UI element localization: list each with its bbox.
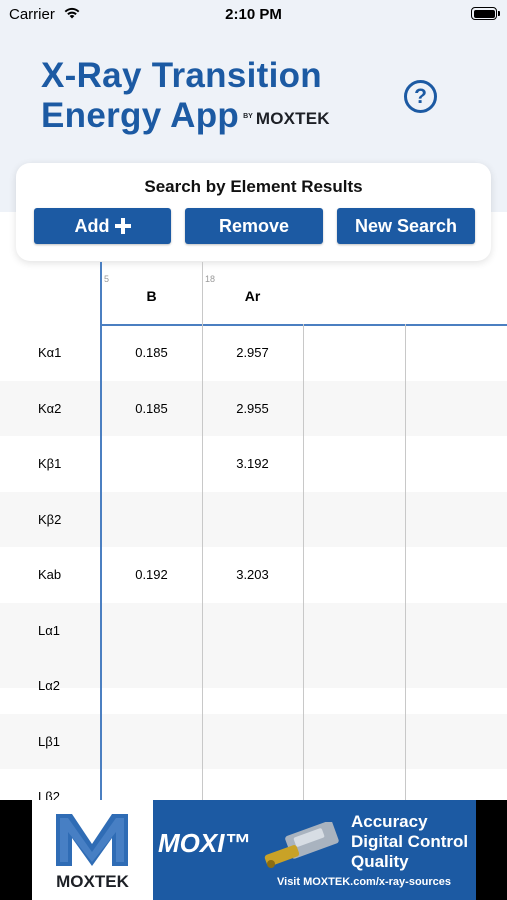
new-search-button-label: New Search bbox=[354, 215, 458, 236]
remove-button[interactable]: Remove bbox=[185, 208, 323, 244]
moxtek-m-icon bbox=[56, 814, 128, 866]
brand-logo: BY MOXTEK bbox=[243, 110, 330, 127]
table-cell bbox=[101, 492, 202, 548]
row-label: Kab bbox=[38, 567, 62, 582]
table-cell bbox=[202, 769, 303, 800]
table-label-divider bbox=[100, 262, 102, 800]
row-label: Lβ1 bbox=[38, 733, 60, 749]
table-cell: 0.185 bbox=[135, 400, 168, 416]
table-row: Kβ2 bbox=[0, 491, 507, 548]
table-cell bbox=[101, 658, 202, 714]
ad-tagline: Accuracy Digital Control Quality bbox=[351, 812, 468, 872]
table-row: Lα1 bbox=[0, 602, 507, 659]
column-divider bbox=[405, 324, 406, 800]
row-label: Kβ2 bbox=[38, 511, 62, 527]
atomic-number: 5 bbox=[104, 274, 110, 284]
table-cell: 3.203 bbox=[236, 567, 269, 582]
ad-line-accuracy: Accuracy bbox=[351, 812, 428, 831]
table-cell bbox=[202, 658, 303, 714]
column-divider bbox=[202, 262, 203, 800]
table-cell bbox=[101, 436, 202, 492]
brand-name: MOXTEK bbox=[255, 109, 330, 128]
table-cell: 0.185 bbox=[135, 345, 168, 360]
status-bar: Carrier 2:10 PM bbox=[0, 0, 507, 30]
table-cell bbox=[101, 603, 202, 659]
table-row: Kα2 0.185 2.955 bbox=[0, 380, 507, 436]
ad-url[interactable]: Visit MOXTEK.com/x-ray-sources bbox=[277, 876, 451, 888]
title-line-1: X-Ray Transition bbox=[41, 56, 322, 95]
table-cell: 2.957 bbox=[236, 345, 269, 360]
table-cell bbox=[202, 492, 303, 548]
table-cell bbox=[202, 603, 303, 659]
row-label: Lα2 bbox=[38, 678, 60, 693]
search-results-card: Search by Element Results Add Remove New… bbox=[16, 163, 491, 261]
title-line-2: Energy App bbox=[41, 96, 240, 135]
card-title: Search by Element Results bbox=[144, 177, 363, 196]
row-label: Kα2 bbox=[38, 400, 62, 416]
table-row: Kab 0.192 3.203 bbox=[0, 547, 507, 603]
element-symbol: B bbox=[146, 288, 157, 304]
ad-banner[interactable]: MOXTEK MOXI™ Accuracy Digital Control Qu… bbox=[0, 800, 507, 900]
table-row: Kβ1 3.192 bbox=[0, 436, 507, 492]
ad-logo-text: MOXTEK bbox=[56, 872, 129, 891]
table-row: Lα2 bbox=[0, 658, 507, 714]
row-label: Lα1 bbox=[38, 622, 60, 638]
table-cell: 0.192 bbox=[135, 567, 168, 582]
add-button[interactable]: Add bbox=[34, 208, 171, 244]
row-label: Kα1 bbox=[38, 345, 62, 360]
column-divider bbox=[303, 324, 304, 800]
element-symbol: Ar bbox=[244, 288, 261, 304]
table-row: Kα1 0.185 2.957 bbox=[0, 325, 507, 381]
new-search-button[interactable]: New Search bbox=[337, 208, 475, 244]
atomic-number: 18 bbox=[205, 274, 216, 284]
plus-icon bbox=[114, 218, 131, 234]
ad-line-digital-control: Digital Control bbox=[351, 832, 469, 851]
table-cell bbox=[101, 769, 202, 800]
app-title: X-Ray Transition Energy App BY MOXTEK bbox=[41, 56, 330, 136]
ad-content: MOXI™ Accuracy Digital Control Quality V… bbox=[153, 800, 476, 900]
moxtek-logo: MOXTEK bbox=[32, 800, 153, 900]
remove-button-label: Remove bbox=[218, 215, 290, 236]
brand-by: BY bbox=[243, 113, 253, 120]
table-cell: 3.192 bbox=[236, 456, 269, 471]
battery-icon bbox=[471, 7, 500, 20]
row-label: Lβ2 bbox=[38, 789, 60, 800]
results-table[interactable]: Kα1 0.185 2.957 Kα2 0.185 2.955 Kβ1 3.19… bbox=[0, 262, 507, 800]
row-label: Kβ1 bbox=[38, 456, 62, 471]
help-button[interactable]: ? bbox=[404, 80, 437, 113]
ad-line-quality: Quality bbox=[351, 852, 409, 871]
table-row: Lβ1 bbox=[0, 713, 507, 770]
xray-source-image bbox=[264, 822, 339, 868]
table-cell bbox=[101, 714, 202, 770]
clock-time: 2:10 PM bbox=[225, 6, 282, 23]
add-button-label: Add bbox=[74, 215, 110, 236]
table-cell: 2.955 bbox=[236, 400, 269, 416]
table-cell bbox=[202, 714, 303, 770]
ad-product: MOXI™ bbox=[158, 828, 251, 858]
table-row: Lβ2 bbox=[0, 769, 507, 800]
